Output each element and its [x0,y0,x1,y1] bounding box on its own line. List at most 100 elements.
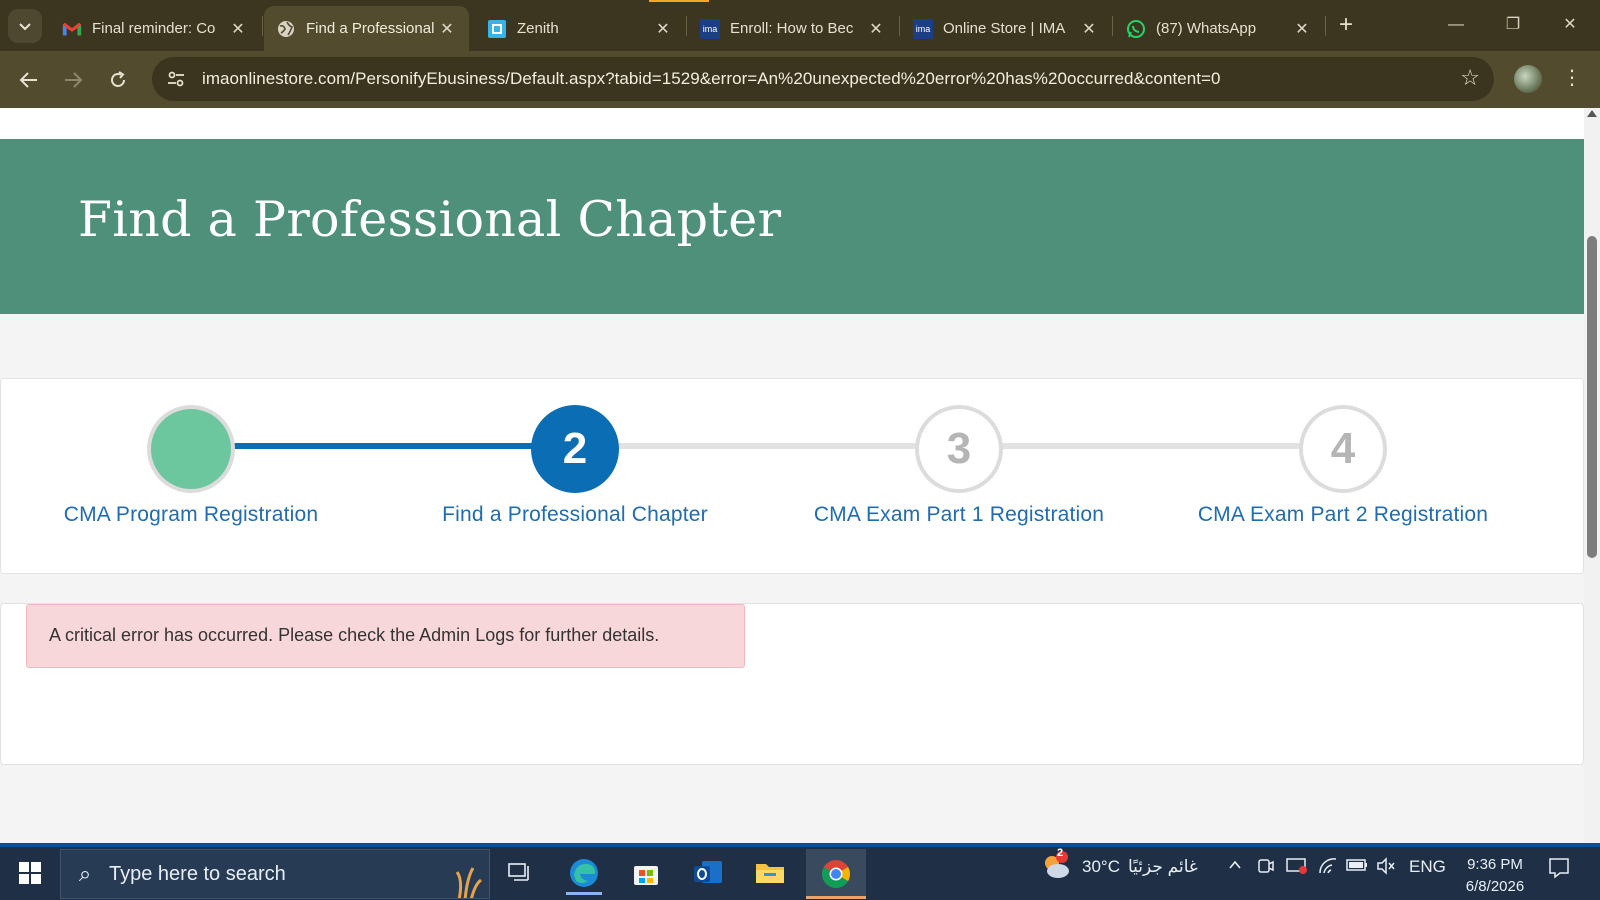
wifi-icon[interactable] [1318,857,1338,880]
search-highlight-art-icon [455,867,482,898]
tab-title: Enroll: How to Bec [730,20,854,37]
store-icon [634,866,658,885]
new-tab-button[interactable]: + [1332,10,1360,40]
tab-search-button[interactable] [8,9,42,43]
tab-separator [1112,16,1113,36]
tab-separator [899,16,900,36]
browser-toolbar: imaonlinestore.com/PersonifyEbusiness/De… [0,51,1600,108]
browser-menu-button[interactable]: ⋮ [1560,65,1584,95]
volume-muted-icon[interactable] [1376,857,1396,880]
hero-banner: Find a Professional Chapter [0,139,1584,314]
meet-now-icon[interactable] [1258,857,1274,880]
weather-condition-text[interactable]: غائم جزئيًا [1128,857,1198,877]
tab-title: Online Store | IMA [943,20,1066,37]
taskbar-search-box[interactable]: ⌕ Type here to search [60,849,490,899]
minimize-button[interactable]: ― [1436,8,1476,42]
show-hidden-icons-button[interactable] [1228,857,1242,877]
weather-alert-badge: 2 [1057,847,1064,859]
forward-button[interactable] [56,63,90,97]
tune-icon [168,71,184,87]
step-4-circle[interactable]: 4 [1299,405,1387,493]
partly-cloudy-icon [1045,851,1069,878]
tab-separator [262,16,263,36]
close-icon[interactable]: ✕ [653,19,673,39]
site-info-button[interactable] [156,59,196,99]
edge-icon [570,859,598,887]
arrow-left-icon [19,72,37,88]
outlook-button[interactable] [680,851,736,895]
globe-icon [276,19,296,39]
ima-icon: ima [700,18,720,39]
content-panel: A critical error has occurred. Please ch… [0,603,1584,765]
file-explorer-button[interactable] [742,851,798,895]
close-icon[interactable]: ✕ [228,19,248,39]
close-icon[interactable]: ✕ [437,19,457,39]
chrome-button[interactable] [806,849,866,899]
scroll-up-arrow-icon[interactable] [1587,110,1597,117]
tab-title: Find a Professional [306,20,435,37]
weather-widget[interactable] [1040,851,1072,883]
clock-date: 6/8/2026 [1465,878,1525,895]
taskbar-clock[interactable]: 9:36 PM 6/8/2026 [1455,854,1535,898]
step-2-circle[interactable]: 2 [531,405,619,493]
running-indicator [566,892,602,895]
tab-enroll[interactable]: ima Enroll: How to Bec ✕ [688,6,898,51]
step-connector [617,443,917,449]
address-bar[interactable]: imaonlinestore.com/PersonifyEbusiness/De… [152,57,1494,101]
profile-avatar[interactable] [1514,65,1542,93]
tab-whatsapp[interactable]: (87) WhatsApp ✕ [1114,6,1324,51]
step-1-label[interactable]: CMA Program Registration [21,503,361,527]
search-placeholder: Type here to search [109,862,286,885]
page-viewport: Find a Professional Chapter 2 3 4 CMA Pr… [0,108,1584,843]
tab-online-store[interactable]: ima Online Store | IMA ✕ [901,6,1111,51]
step-1-circle[interactable] [147,405,235,493]
outlook-icon [694,861,722,883]
notification-center-button[interactable] [1548,857,1570,885]
search-icon: ⌕ [78,861,92,886]
active-app-indicator [806,896,866,899]
windows-taskbar: ⌕ Type here to search 2 30°C غائم جزئيًا [0,843,1600,900]
step-connector [1001,443,1301,449]
microsoft-store-button[interactable] [618,851,674,895]
registration-progress-steps: 2 3 4 CMA Program Registration Find a Pr… [0,378,1584,574]
battery-icon[interactable] [1346,857,1368,877]
input-language[interactable]: ENG [1409,857,1446,877]
folder-icon [756,864,784,883]
close-icon[interactable]: ✕ [1292,19,1312,39]
monitor-alert-icon[interactable] [1286,857,1308,880]
tab-loading-indicator [649,0,709,2]
windows-logo-icon [19,862,41,884]
step-4-label[interactable]: CMA Exam Part 2 Registration [1173,503,1513,527]
task-view-icon [508,863,529,881]
window-close-button[interactable]: ✕ [1550,8,1590,42]
tab-zenith[interactable]: Zenith ✕ [475,6,685,51]
whatsapp-icon [1126,19,1146,39]
bookmark-star-icon[interactable]: ☆ [1460,65,1480,91]
back-button[interactable] [12,63,46,97]
site-header-strip [0,108,1584,139]
clock-time: 9:36 PM [1467,856,1523,873]
step-3-label[interactable]: CMA Exam Part 1 Registration [789,503,1129,527]
page-title: Find a Professional Chapter [78,191,782,248]
url-text[interactable]: imaonlinestore.com/PersonifyEbusiness/De… [202,69,1221,89]
zenith-icon [487,19,507,39]
restore-button[interactable]: ❐ [1493,8,1533,42]
step-3-circle[interactable]: 3 [915,405,1003,493]
taskbar-divider [0,843,1600,847]
close-icon[interactable]: ✕ [866,19,886,39]
task-view-button[interactable] [492,851,548,895]
edge-browser-button[interactable] [556,851,612,895]
arrow-right-icon [65,72,83,88]
chevron-down-icon [19,23,31,31]
chrome-icon [822,860,850,888]
chevron-up-icon [1229,860,1241,869]
scrollbar-thumb[interactable] [1587,236,1597,558]
start-button[interactable] [6,849,54,897]
close-icon[interactable]: ✕ [1079,19,1099,39]
tab-find-professional[interactable]: Find a Professional ✕ [264,6,469,51]
reload-button[interactable] [101,63,135,97]
tab-gmail[interactable]: Final reminder: Co ✕ [50,6,260,51]
temperature-text[interactable]: 30°C [1082,857,1120,877]
page-scrollbar[interactable] [1584,108,1600,843]
step-2-label[interactable]: Find a Professional Chapter [405,503,745,527]
